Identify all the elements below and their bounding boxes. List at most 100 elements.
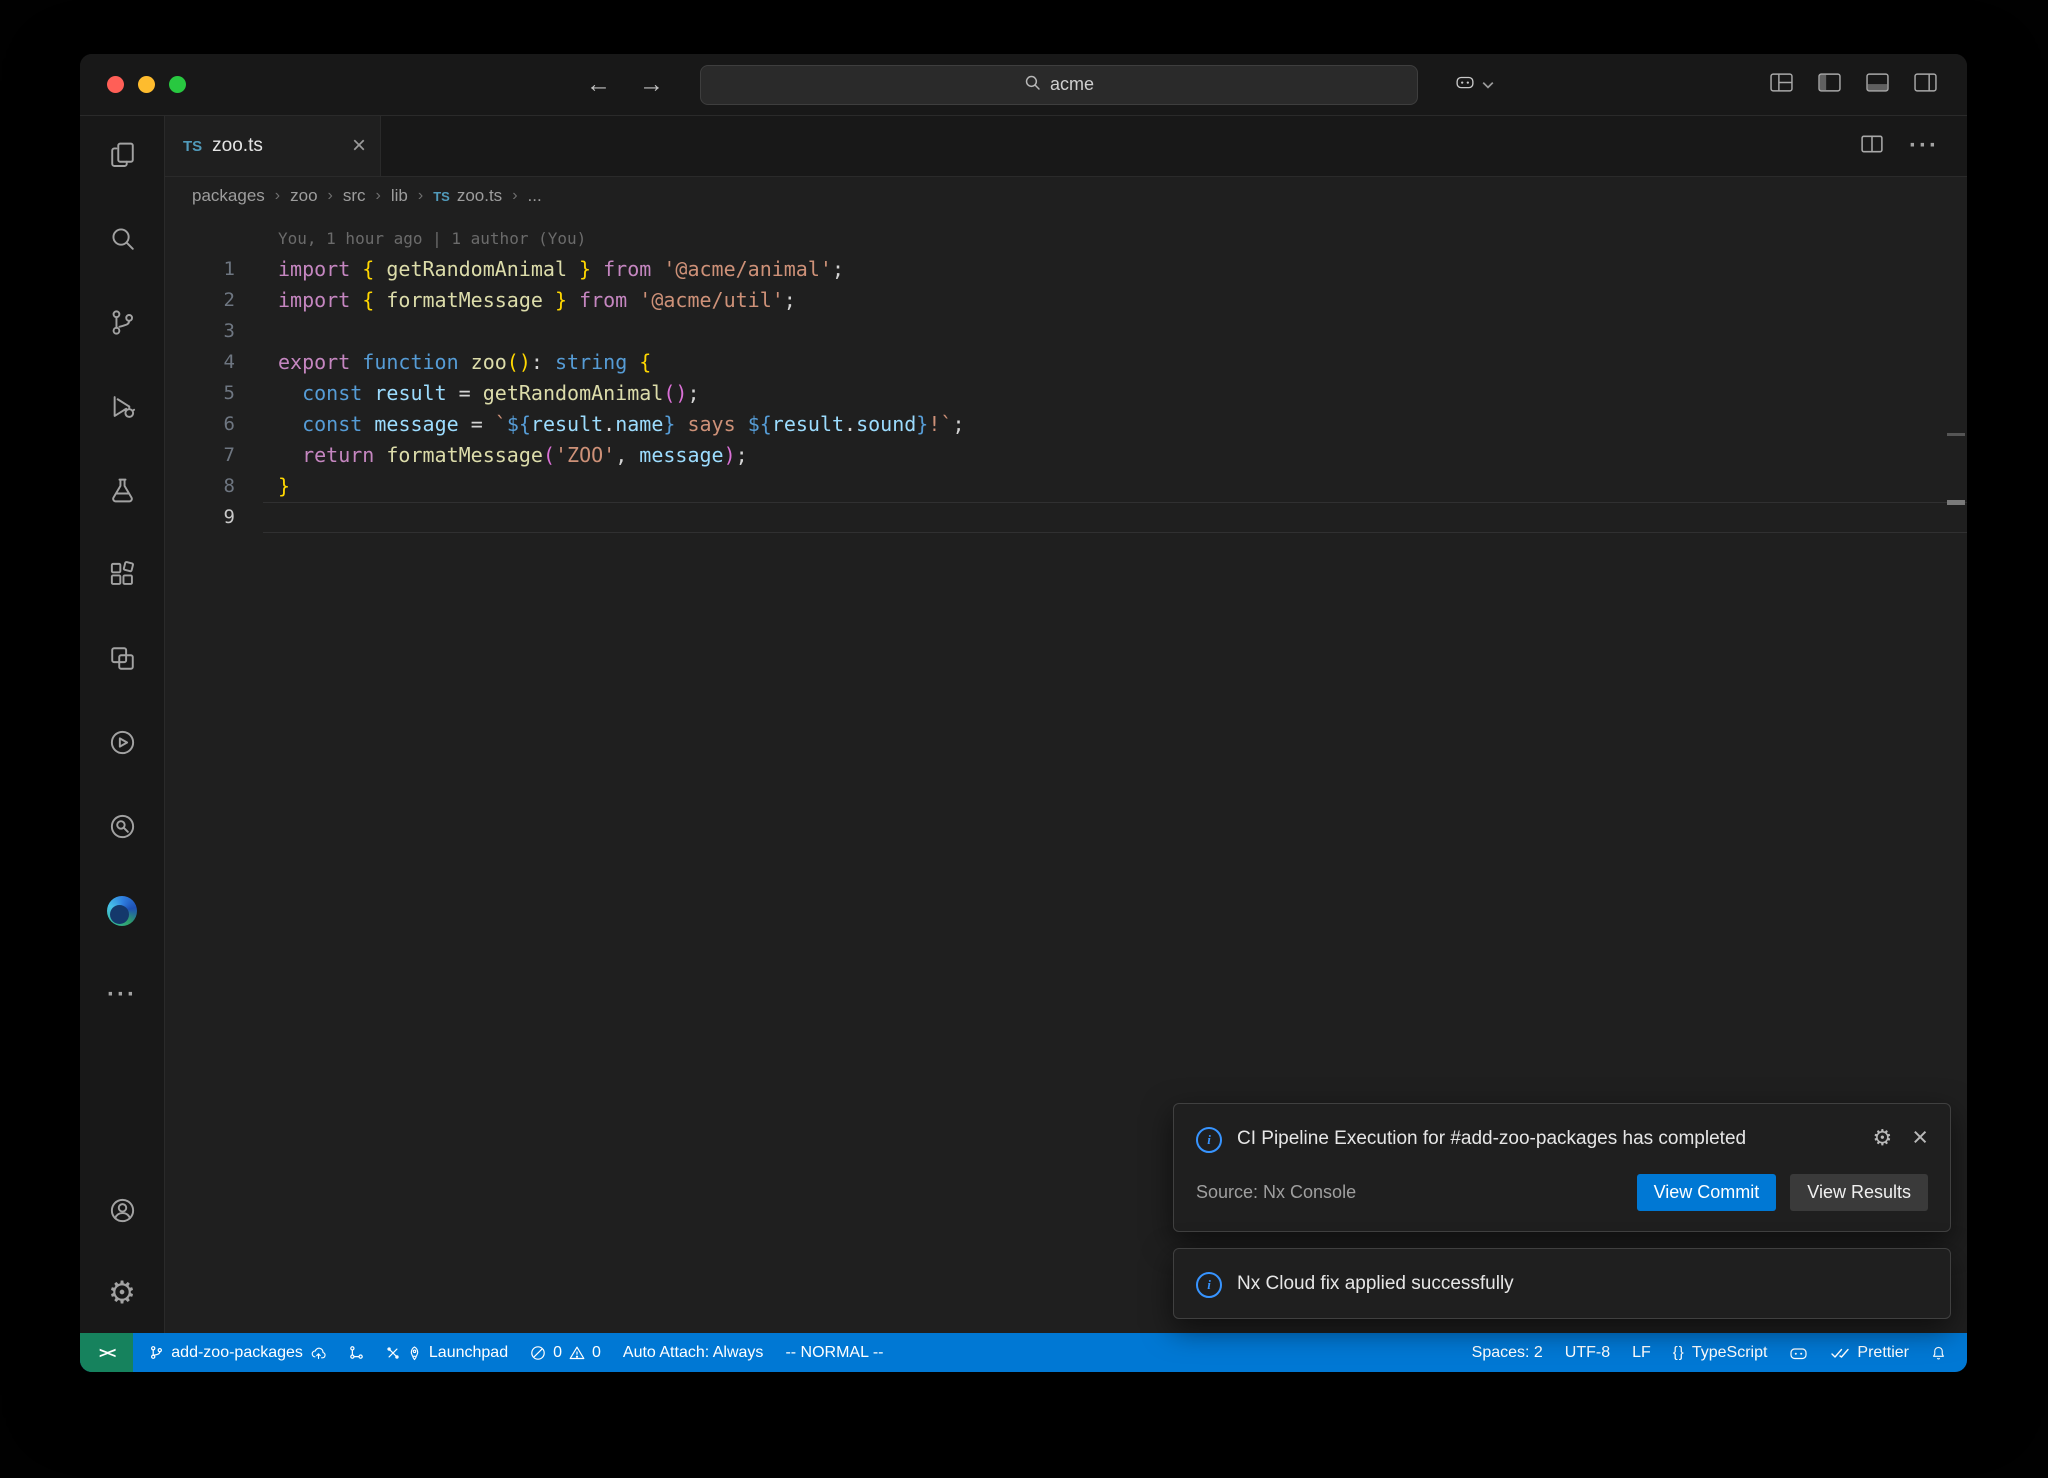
code-search-icon[interactable] [106, 810, 139, 843]
toast-actions: View Commit View Results [1637, 1174, 1928, 1211]
copilot-icon [1789, 1345, 1808, 1361]
code-text: } [235, 471, 290, 502]
edge-browser-icon[interactable] [106, 894, 139, 927]
notifications-bell[interactable] [1920, 1333, 1957, 1372]
minimize-window-button[interactable] [138, 76, 155, 93]
code-line-5[interactable]: 5 const result = getRandomAnimal(); [165, 378, 1967, 409]
toggle-primary-sidebar-icon[interactable] [1818, 73, 1841, 97]
settings-gear-icon[interactable]: ⚙ [106, 1276, 139, 1309]
breadcrumb-item[interactable]: zoo [290, 186, 317, 206]
history-nav: ← → [586, 70, 664, 99]
code-text: const result = getRandomAnimal(); [235, 378, 700, 409]
formatter[interactable]: Prettier [1819, 1333, 1920, 1372]
copilot-status[interactable] [1778, 1333, 1819, 1372]
code-line-7[interactable]: 7 return formatMessage('ZOO', message); [165, 440, 1967, 471]
ci-pipeline-toast: iCI Pipeline Execution for #add-zoo-pack… [1173, 1103, 1951, 1231]
search-view-icon[interactable] [106, 222, 139, 255]
testing-icon[interactable] [106, 474, 139, 507]
line-number[interactable]: 3 [165, 316, 235, 347]
code-text [235, 316, 278, 347]
notification-settings-icon[interactable]: ⚙ [1872, 1127, 1892, 1149]
tab-bar: TS zoo.ts × ··· [165, 116, 1967, 177]
forward-button[interactable]: → [639, 70, 664, 99]
desktop: { "colors": { "statusbar": "#0078d4", "r… [0, 0, 2048, 1478]
code-line-1[interactable]: 1import { getRandomAnimal } from '@acme/… [165, 254, 1967, 285]
back-button[interactable]: ← [586, 70, 611, 99]
accounts-icon[interactable] [106, 1194, 139, 1227]
chevron-down-icon [1482, 76, 1494, 94]
overview-ruler-mark [1947, 433, 1965, 436]
tools-icon [386, 1346, 400, 1360]
line-number[interactable]: 9 [165, 502, 235, 533]
line-number[interactable]: 1 [165, 254, 235, 285]
explorer-icon[interactable] [106, 138, 139, 171]
view-results-button[interactable]: View Results [1790, 1174, 1928, 1211]
zoom-window-button[interactable] [169, 76, 186, 93]
toast-header: iNx Cloud fix applied successfully [1196, 1269, 1928, 1298]
code-line-8[interactable]: 8} [165, 471, 1967, 502]
titlebar: ← → acme [80, 54, 1967, 116]
breadcrumb-item[interactable]: TSzoo.ts [433, 186, 502, 206]
close-window-button[interactable] [107, 76, 124, 93]
command-center[interactable]: acme [700, 65, 1418, 105]
source-control-icon[interactable] [106, 306, 139, 339]
breadcrumb-item[interactable]: ... [528, 186, 542, 206]
line-number[interactable]: 4 [165, 347, 235, 378]
toggle-secondary-sidebar-icon[interactable] [1914, 73, 1937, 97]
branch-icon [149, 1345, 164, 1360]
split-editor-icon[interactable] [1861, 135, 1883, 158]
breadcrumb-separator: › [512, 187, 517, 205]
customize-layout-icon[interactable] [1770, 73, 1793, 97]
language-mode[interactable]: {}TypeScript [1662, 1333, 1779, 1372]
code-text [235, 502, 278, 533]
code-line-3[interactable]: 3 [165, 316, 1967, 347]
toggle-panel-icon[interactable] [1866, 73, 1889, 97]
git-branch[interactable]: add-zoo-packages [138, 1333, 338, 1372]
warning-icon [569, 1345, 585, 1361]
view-commit-button[interactable]: View Commit [1637, 1174, 1777, 1211]
eol[interactable]: LF [1621, 1333, 1662, 1372]
copilot-menu[interactable] [1454, 73, 1494, 96]
line-number[interactable]: 7 [165, 440, 235, 471]
notification-close-icon[interactable]: × [1912, 1124, 1928, 1151]
breadcrumb-separator: › [418, 187, 423, 205]
vim-mode[interactable]: -- NORMAL -- [774, 1333, 894, 1372]
toast-message: CI Pipeline Execution for #add-zoo-packa… [1237, 1124, 1746, 1153]
nx-console-icon[interactable] [106, 726, 139, 759]
line-number[interactable]: 8 [165, 471, 235, 502]
line-number[interactable]: 2 [165, 285, 235, 316]
tab-zoo-ts[interactable]: TS zoo.ts × [165, 116, 381, 176]
auto-attach[interactable]: Auto Attach: Always [612, 1333, 775, 1372]
toast-header: iCI Pipeline Execution for #add-zoo-pack… [1196, 1124, 1928, 1153]
edge-logo [107, 896, 137, 926]
error-icon [530, 1345, 546, 1361]
indentation[interactable]: Spaces: 2 [1461, 1333, 1554, 1372]
line-number[interactable]: 6 [165, 409, 235, 440]
problems[interactable]: 00 [519, 1333, 612, 1372]
code-text: export function zoo(): string { [235, 347, 651, 378]
git-graph[interactable] [338, 1333, 375, 1372]
code-text: const message = `${result.name} says ${r… [235, 409, 964, 440]
more-tools-icon[interactable]: ··· [106, 978, 139, 1011]
breadcrumb-item[interactable]: src [343, 186, 366, 206]
more-actions-icon[interactable]: ··· [1909, 132, 1939, 160]
code-line-6[interactable]: 6 const message = `${result.name} says $… [165, 409, 1967, 440]
code-line-2[interactable]: 2import { formatMessage } from '@acme/ut… [165, 285, 1967, 316]
extensions-icon[interactable] [106, 558, 139, 591]
close-tab-icon[interactable]: × [352, 134, 366, 158]
line-number[interactable]: 5 [165, 378, 235, 409]
code-line-9[interactable]: 9 [165, 502, 1967, 533]
encoding[interactable]: UTF-8 [1554, 1333, 1621, 1372]
code-line-4[interactable]: 4export function zoo(): string { [165, 347, 1967, 378]
launchpad[interactable]: Launchpad [375, 1333, 519, 1372]
run-and-debug-icon[interactable] [106, 390, 139, 423]
layout-controls [1770, 73, 1967, 97]
breadcrumb-item[interactable]: packages [192, 186, 265, 206]
remote-explorer-icon[interactable] [106, 642, 139, 675]
tab-actions: ··· [1861, 116, 1967, 176]
breadcrumb-separator: › [275, 187, 280, 205]
cloud-upload-icon [310, 1345, 327, 1360]
breadcrumb-item[interactable]: lib [391, 186, 408, 206]
remote-indicator[interactable]: >< [80, 1333, 133, 1372]
nx-cloud-toast: iNx Cloud fix applied successfully [1173, 1248, 1951, 1319]
